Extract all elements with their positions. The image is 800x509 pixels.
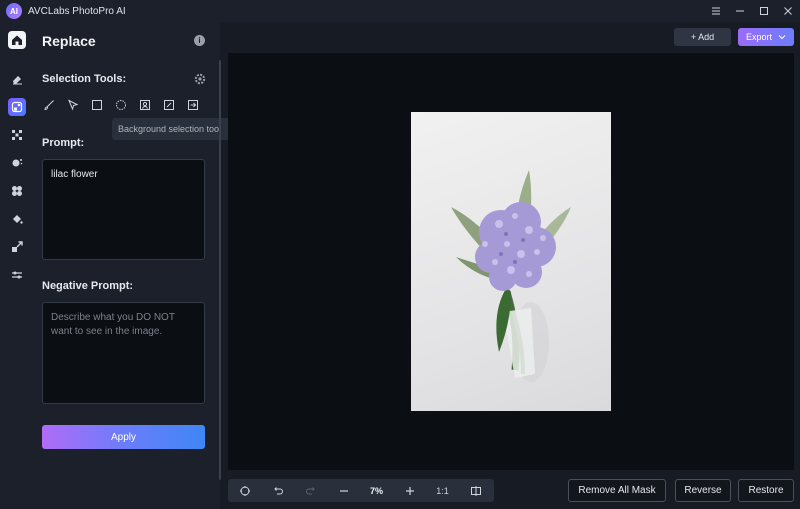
reverse-button[interactable]: Reverse: [675, 479, 731, 502]
home-icon[interactable]: [7, 30, 27, 50]
negative-prompt-input[interactable]: Describe what you DO NOT want to see in …: [42, 302, 205, 404]
upscale-icon[interactable]: [8, 238, 26, 256]
reset-view-icon[interactable]: [228, 479, 261, 502]
lasso-pointer-icon[interactable]: [66, 98, 80, 112]
zoom-in-icon[interactable]: [393, 479, 426, 502]
replace-panel: Replace i Selection Tools: Background se…: [32, 22, 230, 509]
brush-icon[interactable]: [42, 98, 56, 112]
app-logo: AI: [6, 3, 22, 19]
compare-icon[interactable]: [459, 479, 492, 502]
background-icon[interactable]: [8, 154, 26, 172]
view-toolbar: 7% 1:1: [228, 479, 494, 502]
export-label: Export: [745, 32, 772, 42]
tool-rail: [0, 22, 32, 509]
menu-icon[interactable]: [704, 0, 728, 22]
negative-prompt-label: Negative Prompt:: [42, 280, 134, 292]
import-mask-icon[interactable]: [186, 98, 200, 112]
flower-photo: [411, 112, 611, 411]
title-bar: AI AVCLabs PhotoPro AI: [0, 0, 800, 22]
restore-button[interactable]: Restore: [738, 479, 794, 502]
tooltip: Background selection tool: [112, 118, 230, 140]
export-button[interactable]: Export: [738, 28, 794, 46]
background-select-icon[interactable]: [114, 98, 128, 112]
selection-tools: [42, 98, 210, 112]
adjust-icon[interactable]: [8, 266, 26, 284]
maximize-icon[interactable]: [752, 0, 776, 22]
app-logo-text: AI: [10, 6, 18, 16]
add-button[interactable]: + Add: [674, 28, 731, 46]
info-icon[interactable]: i: [194, 35, 205, 46]
image-canvas[interactable]: [228, 53, 794, 470]
redo-icon[interactable]: [294, 479, 327, 502]
app-title: AVCLabs PhotoPro AI: [28, 5, 126, 17]
panel-scrollbar[interactable]: [219, 60, 221, 480]
prompt-input[interactable]: lilac flower: [42, 159, 205, 260]
selection-tools-label: Selection Tools:: [42, 73, 127, 85]
actual-size-button[interactable]: 1:1: [426, 479, 459, 502]
eraser-icon[interactable]: [8, 70, 26, 88]
panel-title: Replace: [42, 33, 96, 49]
window-controls: [704, 0, 800, 22]
ai-tools-icon[interactable]: [8, 182, 26, 200]
enhance-icon[interactable]: [8, 126, 26, 144]
remove-all-mask-button[interactable]: Remove All Mask: [568, 479, 666, 502]
colorize-icon[interactable]: [8, 210, 26, 228]
zoom-out-icon[interactable]: [327, 479, 360, 502]
minimize-icon[interactable]: [728, 0, 752, 22]
chevron-down-icon: [778, 35, 786, 40]
close-icon[interactable]: [776, 0, 800, 22]
gear-icon[interactable]: [194, 72, 206, 85]
object-select-icon[interactable]: [162, 98, 176, 112]
apply-button[interactable]: Apply: [42, 425, 205, 449]
portrait-select-icon[interactable]: [138, 98, 152, 112]
prompt-label: Prompt:: [42, 137, 85, 149]
undo-icon[interactable]: [261, 479, 294, 502]
replace-icon[interactable]: [8, 98, 26, 116]
rectangle-select-icon[interactable]: [90, 98, 104, 112]
zoom-level: 7%: [369, 485, 383, 496]
